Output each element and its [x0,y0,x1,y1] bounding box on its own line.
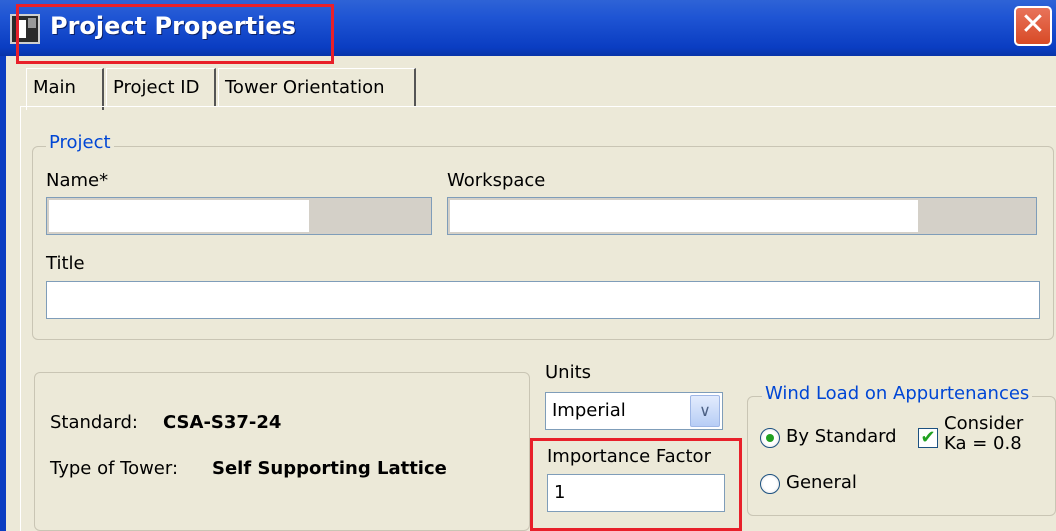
title-field[interactable] [46,281,1040,319]
name-field-value [49,200,309,232]
wind-load-group-label: Wind Load on Appurtenances [762,383,1033,404]
general-label: General [786,472,857,493]
workspace-label: Workspace [447,170,546,191]
workspace-field-value [450,200,918,232]
tab-tower-orientation[interactable]: Tower Orientation [218,68,416,106]
tower-type-label: Type of Tower: [50,458,179,479]
consider-line1: Consider [944,413,1024,434]
importance-factor-label: Importance Factor [547,446,711,467]
workspace-field[interactable] [447,197,1037,235]
app-icon [10,14,40,44]
standard-label: Standard: [50,412,138,433]
consider-ka-checkbox[interactable]: ✔ [918,428,938,448]
close-button[interactable]: ✕ [1014,6,1052,46]
info-group [34,372,530,531]
tab-main[interactable]: Main [26,68,104,110]
consider-line2: Ka = 0.8 [944,433,1022,454]
consider-ka-label: Consider Ka = 0.8 [944,414,1023,454]
title-label: Title [46,253,85,274]
window-title: Project Properties [50,12,296,40]
by-standard-radio[interactable] [760,428,780,448]
units-label: Units [545,362,592,383]
check-icon: ✔ [920,427,936,448]
name-label: Name* [46,170,109,191]
importance-factor-input[interactable]: 1 [547,474,725,512]
dropdown-arrow-icon[interactable]: ∨ [690,395,720,427]
by-standard-label: By Standard [786,426,897,447]
standard-value: CSA-S37-24 [163,412,282,433]
units-selected-value: Imperial [552,400,626,421]
general-radio[interactable] [760,474,780,494]
units-select[interactable]: Imperial ∨ [545,392,723,430]
project-group-label: Project [46,132,114,153]
tower-type-value: Self Supporting Lattice [212,458,447,479]
window-frame [0,56,6,531]
tab-project-id[interactable]: Project ID [106,68,216,106]
title-bar: Project Properties ✕ [0,0,1056,56]
name-field[interactable] [46,197,432,235]
